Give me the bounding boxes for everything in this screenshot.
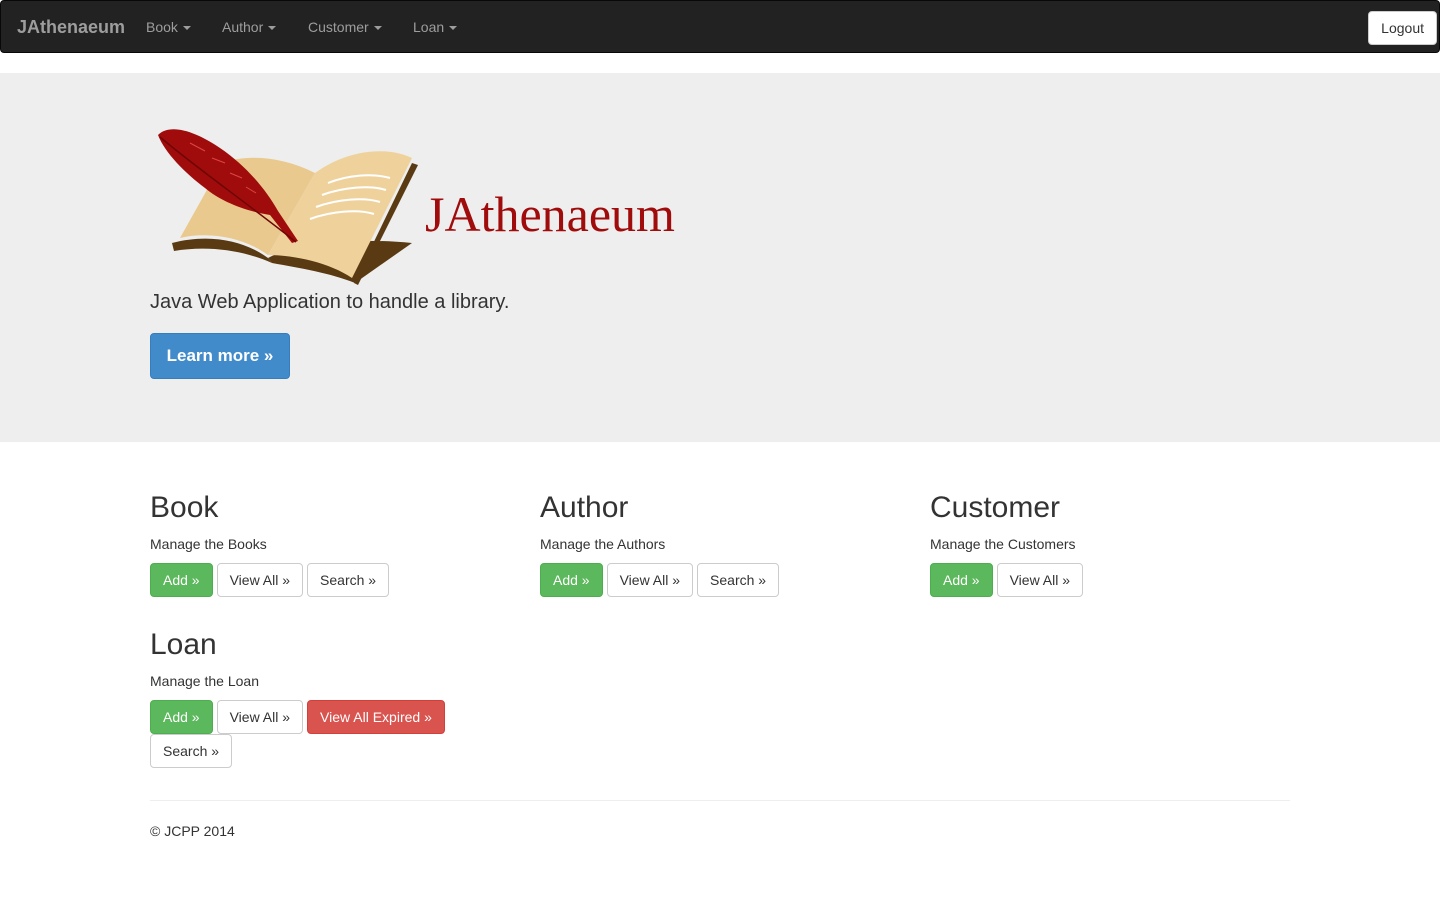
caret-down-icon xyxy=(449,26,458,31)
section-author-description: Manage the Authors xyxy=(540,536,666,552)
quill-and-book-logo: JAthenaeum xyxy=(158,129,675,285)
loan-view-all-button[interactable]: View All » xyxy=(216,700,304,734)
caret-down-icon xyxy=(373,26,382,31)
section-author-title: Author xyxy=(540,491,629,524)
jumbotron: JAthenaeum Java Web Application to handl… xyxy=(0,73,1440,442)
nav-menu-loan-label: Loan xyxy=(413,19,445,35)
section-book: Book Manage the Books Add » View All » Sea… xyxy=(150,491,510,597)
learn-more-button[interactable]: Learn more » xyxy=(150,333,290,379)
tagline: Java Web Application to handle a library… xyxy=(150,291,510,313)
logo-text: JAthenaeum xyxy=(425,186,675,242)
section-loan-title: Loan xyxy=(150,628,217,661)
footer-divider xyxy=(150,800,1290,801)
customer-view-all-button[interactable]: View All » xyxy=(996,563,1084,597)
caret-down-icon xyxy=(182,26,191,31)
section-author-actions: Add » View All » Search » xyxy=(540,563,870,597)
section-author: Author Manage the Authors Add » View All … xyxy=(540,491,900,597)
loan-search-button[interactable]: Search » xyxy=(150,734,233,768)
section-loan-actions: Add » View All » View All Expired » xyxy=(150,700,460,734)
section-book-description: Manage the Books xyxy=(150,536,267,552)
navbar-brand[interactable]: JAthenaeum xyxy=(17,1,125,54)
nav-menu-customer[interactable]: Customer xyxy=(308,1,382,54)
caret-down-icon xyxy=(268,26,277,31)
section-loan: Loan Manage the Loan Add » View All » View… xyxy=(150,628,510,768)
author-add-button[interactable]: Add » xyxy=(540,563,603,597)
nav-menu-customer-label: Customer xyxy=(308,19,369,35)
loan-view-expired-button[interactable]: View All Expired » xyxy=(307,700,445,734)
nav-menu-author-label: Author xyxy=(222,19,264,35)
section-book-actions: Add » View All » Search » xyxy=(150,563,480,597)
book-add-button[interactable]: Add » xyxy=(150,563,213,597)
loan-add-button[interactable]: Add » xyxy=(150,700,213,734)
footer-copyright: © JCPP 2014 xyxy=(150,823,235,839)
book-view-all-button[interactable]: View All » xyxy=(216,563,304,597)
nav-menu-author[interactable]: Author xyxy=(222,1,277,54)
nav-menu-loan[interactable]: Loan xyxy=(413,1,458,54)
book-search-button[interactable]: Search » xyxy=(307,563,390,597)
section-book-title: Book xyxy=(150,491,219,524)
section-customer-actions: Add » View All » xyxy=(930,563,1260,597)
nav-menu-book-label: Book xyxy=(146,19,178,35)
section-customer-title: Customer xyxy=(930,491,1061,524)
author-view-all-button[interactable]: View All » xyxy=(606,563,694,597)
author-search-button[interactable]: Search » xyxy=(697,563,780,597)
nav-menu-book[interactable]: Book xyxy=(146,1,191,54)
section-customer-description: Manage the Customers xyxy=(930,536,1076,552)
top-navbar: JAthenaeum Book Author Customer Loan Log… xyxy=(0,0,1440,53)
customer-add-button[interactable]: Add » xyxy=(930,563,993,597)
section-loan-description: Manage the Loan xyxy=(150,673,259,689)
logout-button[interactable]: Logout xyxy=(1368,11,1437,45)
section-customer: Customer Manage the Customers Add » View … xyxy=(930,491,1290,597)
section-loan-actions-row2: Search » xyxy=(150,734,480,768)
